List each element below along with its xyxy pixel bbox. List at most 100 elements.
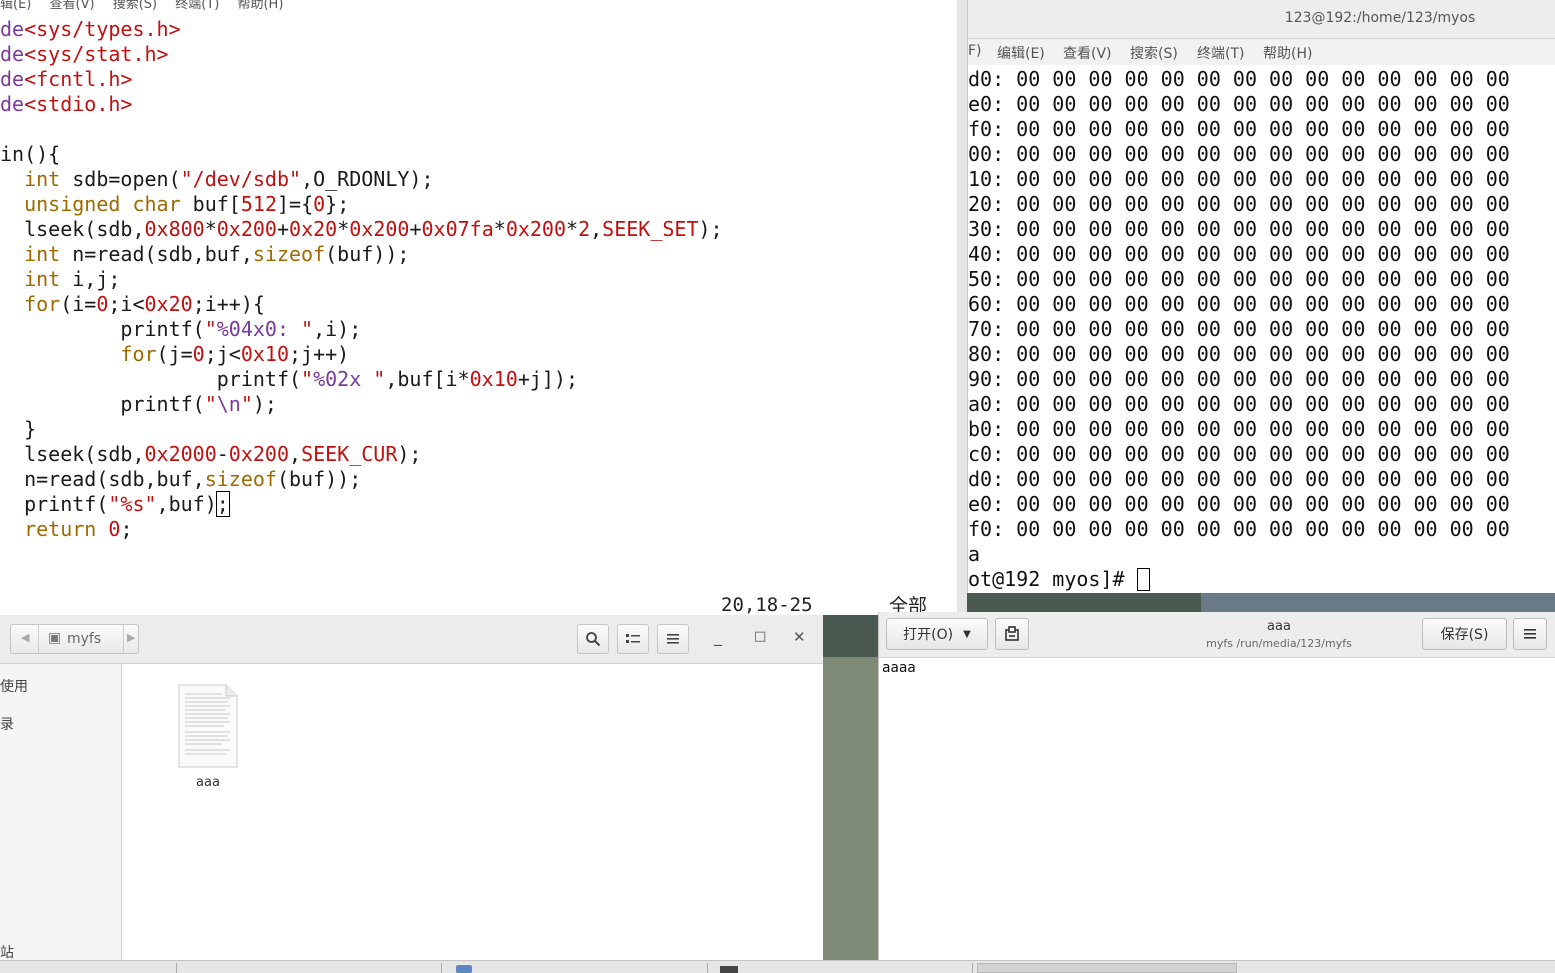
path-segment-myfs[interactable]: myfs bbox=[67, 631, 101, 647]
maximize-icon[interactable]: □ bbox=[754, 629, 766, 644]
code-token: , bbox=[289, 442, 302, 466]
desktop-background bbox=[1201, 593, 1555, 613]
terminal-menu-edit[interactable]: 编辑(E) bbox=[997, 43, 1045, 63]
terminal-menu-search[interactable]: 搜索(S) bbox=[1130, 43, 1178, 63]
cursor-position: 20,18-25 bbox=[721, 594, 813, 615]
code-token: ,buf) bbox=[156, 492, 217, 516]
code-line[interactable]: return 0; bbox=[0, 517, 723, 542]
shell-prompt: ot@192 myos]# bbox=[968, 567, 1137, 591]
close-icon[interactable]: ✕ bbox=[793, 628, 806, 646]
code-line[interactable]: in(){ bbox=[0, 142, 723, 167]
taskbar bbox=[0, 960, 1555, 973]
code-line[interactable]: printf("%s",buf); bbox=[0, 491, 723, 517]
code-line[interactable]: lseek(sdb,0x2000-0x200,SEEK_CUR); bbox=[0, 442, 723, 467]
hamburger-icon bbox=[667, 634, 679, 644]
code-token: 0 bbox=[313, 192, 326, 216]
terminal-output[interactable]: d0: 00 00 00 00 00 00 00 00 00 00 00 00 … bbox=[968, 67, 1510, 592]
code-token: 0x10 bbox=[240, 342, 290, 366]
hex-dump-line: a0: 00 00 00 00 00 00 00 00 00 00 00 00 … bbox=[968, 392, 1510, 417]
terminal-cursor bbox=[1136, 568, 1150, 591]
file-view[interactable]: aaa bbox=[122, 664, 823, 972]
code-token: de bbox=[0, 67, 25, 91]
terminal-menu-terminal[interactable]: 终端(T) bbox=[1197, 43, 1244, 63]
code-line[interactable]: printf("\n"); bbox=[0, 392, 723, 417]
code-line[interactable]: printf("%04x0: ",i); bbox=[0, 317, 723, 342]
terminal-menu-file[interactable]: F) bbox=[968, 43, 982, 59]
code-line[interactable]: int n=read(sdb,buf,sizeof(buf)); bbox=[0, 242, 723, 267]
code-token: +j]); bbox=[517, 367, 579, 391]
code-line[interactable]: } bbox=[0, 417, 723, 442]
terminal-titlebar[interactable]: 123@192:/home/123/myos bbox=[968, 0, 1555, 39]
text-file-icon[interactable] bbox=[178, 684, 238, 768]
menu-help[interactable]: 帮助(H) bbox=[237, 0, 283, 12]
hex-dump-line: 70: 00 00 00 00 00 00 00 00 00 00 00 00 … bbox=[968, 317, 1510, 342]
code-line[interactable]: int i,j; bbox=[0, 267, 723, 292]
code-line[interactable]: unsigned char buf[512]={0}; bbox=[0, 192, 723, 217]
code-line[interactable] bbox=[0, 117, 723, 142]
sidebar-item-recent[interactable]: 使用 bbox=[0, 676, 28, 696]
file-manager-window[interactable]: ◀ ▣ ▶ myfs _ □ ✕ 使用 录 站 aaa bbox=[0, 615, 823, 972]
view-toggle-button[interactable] bbox=[617, 624, 649, 654]
code-token: lseek(sdb, bbox=[0, 442, 145, 466]
code-line[interactable]: for(i=0;i<0x20;i++){ bbox=[0, 292, 723, 317]
terminal-window[interactable]: 123@192:/home/123/myos F) 编辑(E) 查看(V) 搜索… bbox=[967, 0, 1555, 593]
sidebar-item-trash[interactable]: 站 bbox=[0, 942, 14, 962]
open-button[interactable]: 打开(O) ▼ bbox=[886, 618, 988, 650]
drive-icon: ▣ bbox=[48, 630, 62, 646]
hex-bytes: 00 00 00 00 00 00 00 00 00 00 00 00 00 0… bbox=[1004, 342, 1510, 366]
new-document-button[interactable] bbox=[995, 618, 1029, 650]
code-token: 0x200 bbox=[228, 442, 290, 466]
hex-bytes: 00 00 00 00 00 00 00 00 00 00 00 00 00 0… bbox=[1004, 217, 1510, 241]
code-line[interactable]: de<fcntl.h> bbox=[0, 67, 723, 92]
menu-edit[interactable]: 辑(E) bbox=[0, 0, 31, 12]
code-line[interactable]: lseek(sdb,0x800*0x200+0x20*0x200+0x07fa*… bbox=[0, 217, 723, 242]
places-sidebar: 使用 录 站 bbox=[0, 664, 122, 972]
code-token: n=read(sdb,buf, bbox=[0, 467, 205, 491]
shell-prompt-line[interactable]: ot@192 myos]# bbox=[968, 567, 1510, 592]
file-name-label[interactable]: aaa bbox=[178, 775, 238, 790]
code-token: } bbox=[0, 417, 37, 441]
save-button[interactable]: 保存(S) bbox=[1422, 618, 1507, 650]
code-token: sizeof bbox=[252, 242, 326, 266]
hex-offset: 30: bbox=[968, 217, 1005, 241]
minimize-icon[interactable]: _ bbox=[714, 627, 722, 646]
code-line[interactable]: n=read(sdb,buf,sizeof(buf)); bbox=[0, 467, 723, 492]
code-token: " bbox=[361, 367, 386, 391]
code-token: " bbox=[289, 317, 314, 341]
hex-offset: 90: bbox=[968, 367, 1005, 391]
hex-dump-line: 90: 00 00 00 00 00 00 00 00 00 00 00 00 … bbox=[968, 367, 1510, 392]
text-editor-window[interactable]: 打开(O) ▼ aaa myfs /run/media/123/myfs 保存(… bbox=[878, 612, 1555, 972]
menu-view[interactable]: 查看(V) bbox=[50, 0, 95, 12]
hex-dump-line: 60: 00 00 00 00 00 00 00 00 00 00 00 00 … bbox=[968, 292, 1510, 317]
forward-chevron-icon[interactable]: ▶ bbox=[127, 631, 135, 644]
terminal-menu-help[interactable]: 帮助(H) bbox=[1263, 43, 1312, 63]
menu-search[interactable]: 搜索(S) bbox=[113, 0, 157, 12]
code-line[interactable]: for(j=0;j<0x10;j++) bbox=[0, 342, 723, 367]
menu-terminal[interactable]: 终端(T) bbox=[175, 0, 219, 12]
hex-dump-line: d0: 00 00 00 00 00 00 00 00 00 00 00 00 … bbox=[968, 67, 1510, 92]
hex-dump-line: 50: 00 00 00 00 00 00 00 00 00 00 00 00 … bbox=[968, 267, 1510, 292]
code-token: 0x800 bbox=[144, 217, 205, 241]
menu-button[interactable] bbox=[657, 624, 689, 654]
back-chevron-icon[interactable]: ◀ bbox=[21, 631, 29, 644]
code-editor[interactable]: de<sys/types.h> de<sys/stat.h> de<fcntl.h>… bbox=[0, 17, 723, 542]
code-line[interactable]: printf("%02x ",buf[i*0x10+j]); bbox=[0, 367, 723, 392]
code-token: ;j++) bbox=[289, 342, 350, 366]
search-button[interactable] bbox=[577, 624, 609, 654]
code-token: (buf)); bbox=[276, 467, 362, 491]
gedit-menu-button[interactable] bbox=[1513, 618, 1547, 650]
code-line[interactable]: de<sys/stat.h> bbox=[0, 42, 723, 67]
text-editor-headerbar: 打开(O) ▼ aaa myfs /run/media/123/myfs 保存(… bbox=[879, 612, 1555, 658]
vim-scrollbar[interactable] bbox=[957, 0, 967, 615]
vim-window[interactable]: 辑(E) 查看(V) 搜索(S) 终端(T) 帮助(H) de<sys/type… bbox=[0, 0, 967, 615]
sidebar-item-home[interactable]: 录 bbox=[0, 714, 14, 734]
terminal-menu-view[interactable]: 查看(V) bbox=[1063, 43, 1112, 63]
code-line[interactable]: de<sys/types.h> bbox=[0, 17, 723, 42]
document-content[interactable]: aaaa bbox=[882, 660, 916, 676]
code-token: - bbox=[216, 442, 229, 466]
code-line[interactable]: int sdb=open("/dev/sdb",O_RDONLY); bbox=[0, 167, 723, 192]
code-line[interactable]: de<stdio.h> bbox=[0, 92, 723, 117]
